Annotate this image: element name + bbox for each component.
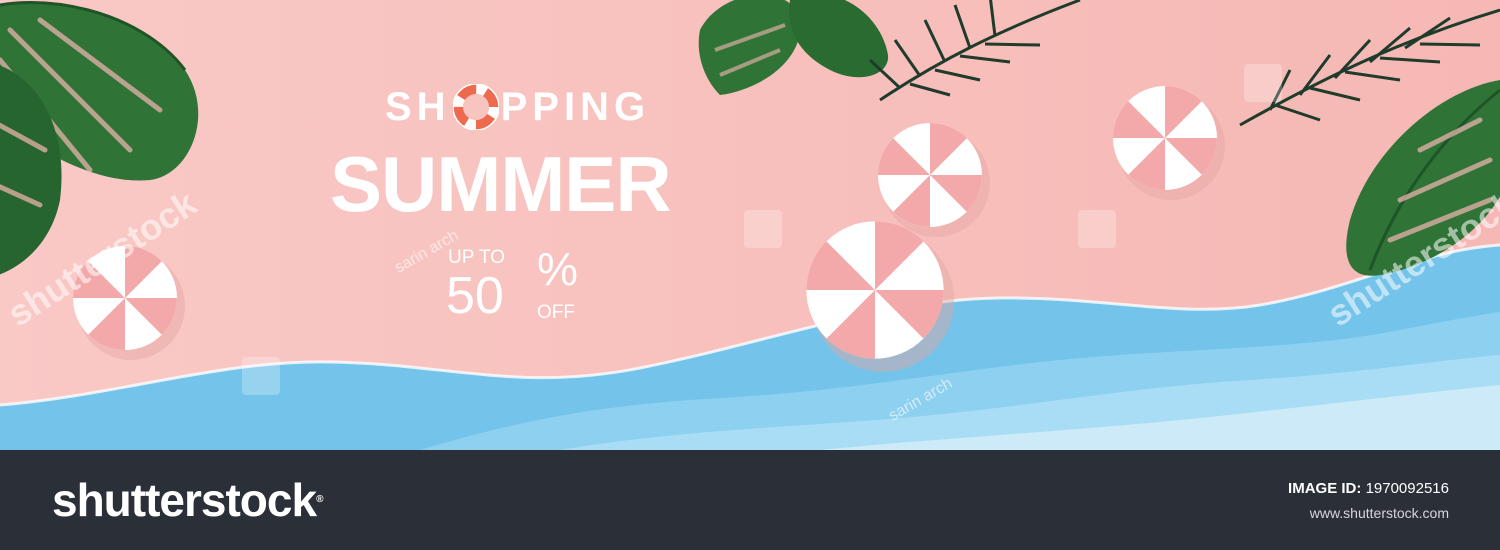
site-url: www.shutterstock.com <box>1309 505 1449 521</box>
lifebuoy-icon <box>452 84 499 130</box>
watermark-logo-icon <box>744 210 782 248</box>
watermark-logo-icon <box>1078 210 1116 248</box>
brand-logo-text: shutterstock <box>52 474 317 526</box>
banner-image: SH PPING SUMMER UP TO 50 % OFF shutterst… <box>0 0 1500 450</box>
watermark-logo-icon <box>242 357 280 395</box>
percent-sign: % <box>537 243 578 295</box>
image-id-line: IMAGE ID: 1970092516 <box>1288 480 1449 497</box>
discount-value: 50 <box>446 267 504 325</box>
upto-label: UP TO <box>448 247 506 268</box>
brand-logo: shutterstock® <box>52 470 324 530</box>
registered-mark-icon: ® <box>316 494 323 505</box>
shopping-title-right: PPING <box>500 84 651 129</box>
watermark-logo-icon <box>1244 64 1282 102</box>
shopping-title: SH PPING <box>385 82 650 132</box>
shopping-title-left: SH <box>385 84 451 129</box>
footer-bar: shutterstock® IMAGE ID: 1970092516 www.s… <box>0 450 1500 550</box>
off-label: OFF <box>537 302 575 323</box>
summer-headline: SUMMER <box>330 140 672 228</box>
image-id-label: IMAGE ID: <box>1288 480 1362 497</box>
image-id-value: 1970092516 <box>1365 480 1449 497</box>
